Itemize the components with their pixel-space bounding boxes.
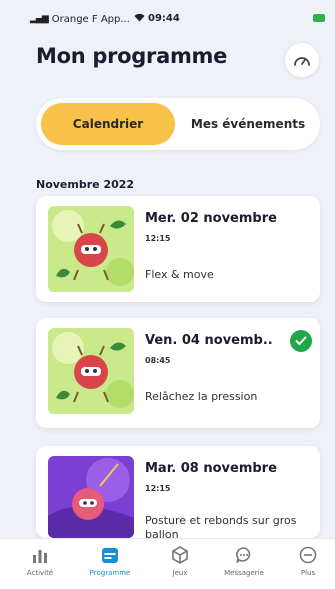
more-icon [299, 546, 317, 564]
chat-icon [236, 547, 251, 563]
nav-programme[interactable]: Programme [82, 545, 138, 577]
event-thumbnail [48, 328, 134, 414]
nav-messagerie[interactable]: Messagerie [216, 545, 272, 577]
event-time: 08:45 [145, 356, 171, 365]
nav-label: Plus [300, 569, 316, 577]
nav-label: Messagerie [224, 569, 264, 577]
event-date: Mer. 02 novembre [145, 211, 277, 226]
status-bar: ▂▄▆ Orange F App... 09:44 [0, 0, 335, 30]
nav-label: Jeux [172, 569, 188, 577]
tab-mes-evenements[interactable]: Mes événements [180, 103, 316, 145]
wifi-icon [134, 13, 145, 25]
tab-calendrier[interactable]: Calendrier [41, 103, 175, 145]
nav-label: Programme [89, 569, 131, 577]
event-date: Mar. 08 novembre [145, 461, 277, 476]
event-date: Ven. 04 novemb.. [145, 333, 273, 348]
event-name: Relâchez la pression [145, 390, 258, 403]
event-card[interactable]: Ven. 04 novemb.. 08:45 Relâchez la press… [36, 318, 320, 428]
page-title: Mon programme [36, 44, 228, 68]
signal-icon: ▂▄▆ [30, 14, 49, 24]
clock: 09:44 [148, 13, 180, 24]
bottom-navigation: Activité Programme Jeux Messagerie Plus [0, 538, 335, 589]
nav-activite[interactable]: Activité [12, 545, 68, 577]
event-card[interactable]: Mer. 02 novembre 12:15 Flex & move [36, 196, 320, 302]
activity-icon [33, 550, 47, 563]
month-label: Novembre 2022 [36, 178, 135, 191]
event-name: Flex & move [145, 268, 214, 281]
completed-check-icon [290, 330, 312, 352]
event-thumbnail [48, 456, 134, 538]
nav-jeux[interactable]: Jeux [152, 545, 208, 577]
view-switcher: Calendrier Mes événements [36, 98, 320, 150]
nav-plus[interactable]: Plus [280, 545, 335, 577]
speedometer-button[interactable] [284, 42, 320, 78]
event-card[interactable]: Mar. 08 novembre 12:15 Posture et rebond… [36, 446, 320, 541]
nav-label: Activité [26, 569, 54, 577]
event-time: 12:15 [145, 234, 171, 243]
event-time: 12:15 [145, 484, 171, 493]
carrier-label: Orange F App... [51, 13, 130, 25]
header: Mon programme [36, 44, 227, 68]
calendar-icon [102, 548, 118, 563]
event-thumbnail [48, 206, 134, 292]
speedometer-icon [294, 57, 310, 66]
cube-icon [172, 546, 188, 564]
battery-icon [313, 14, 325, 22]
